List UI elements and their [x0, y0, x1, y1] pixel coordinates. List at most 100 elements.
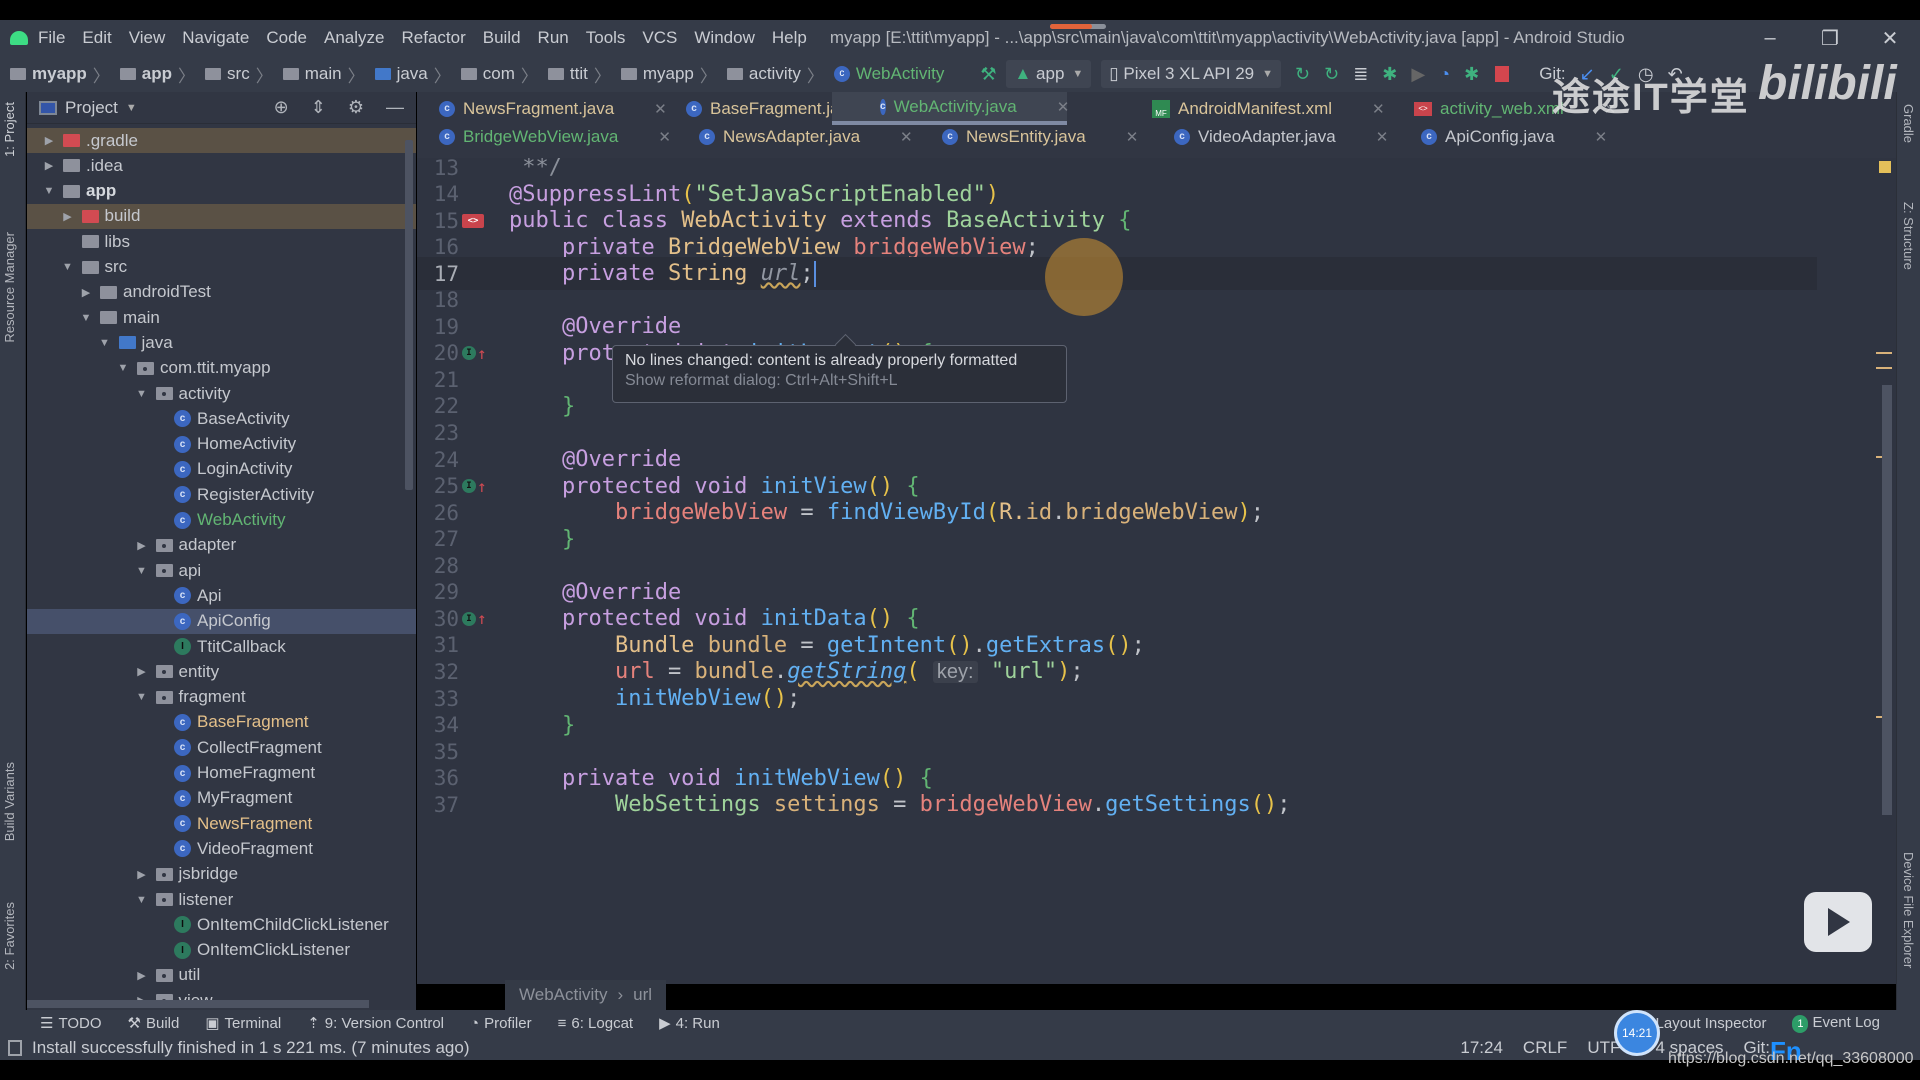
editor-tab[interactable]: c BridgeWebView.java ✕ [387, 120, 671, 153]
expanded-arrow-icon[interactable]: ▼ [60, 261, 76, 273]
line-number[interactable]: 14 [417, 182, 459, 206]
line-number[interactable]: 33 [417, 687, 459, 711]
stop-icon[interactable] [1495, 66, 1510, 82]
menu-tools[interactable]: Tools [586, 28, 626, 48]
attach-debugger-icon[interactable]: ✱ [1464, 64, 1479, 85]
apply-code-changes-icon[interactable]: ↻ [1324, 64, 1339, 85]
line-number[interactable]: 29 [417, 580, 459, 604]
tree-vertical-scrollbar[interactable] [405, 140, 413, 490]
editor-tab[interactable]: c NewsEntity.java ✕ [890, 120, 1138, 153]
tree-item[interactable]: c NewsFragment [27, 811, 416, 836]
tree-item[interactable]: c HomeActivity [27, 432, 416, 457]
expanded-arrow-icon[interactable]: ▼ [78, 312, 94, 324]
overrides-arrow-icon[interactable]: ↑ [477, 609, 487, 628]
breadcrumb-item[interactable]: java 〉 [365, 62, 451, 87]
line-number[interactable]: 13 [417, 158, 459, 180]
tree-item[interactable]: c MyFragment [27, 786, 416, 811]
tool-tab-layout-inspector[interactable]: Layout Inspector [1656, 1015, 1767, 1032]
collapsed-arrow-icon[interactable]: ▶ [134, 969, 150, 982]
project-view-select[interactable]: Project [65, 98, 118, 118]
menu-navigate[interactable]: Navigate [182, 28, 249, 48]
status-message[interactable]: Install successfully finished in 1 s 221… [32, 1038, 469, 1058]
menu-edit[interactable]: Edit [82, 28, 111, 48]
tree-item[interactable]: I OnItemClickListener [27, 938, 416, 963]
tree-item[interactable]: c RegisterActivity [27, 482, 416, 507]
tree-item[interactable]: I OnItemChildClickListener [27, 912, 416, 937]
menu-help[interactable]: Help [772, 28, 807, 48]
tool-tab-device-file-explorer[interactable]: Device File Explorer [1901, 852, 1916, 968]
implements-marker-icon[interactable]: I [462, 346, 476, 361]
overrides-arrow-icon[interactable]: ↑ [477, 344, 487, 363]
breadcrumb-item[interactable]: com 〉 [451, 62, 538, 87]
gear-icon[interactable]: ⚙ [348, 97, 364, 118]
tree-item[interactable]: ▼ activity [27, 381, 416, 406]
tree-item[interactable]: c WebActivity [27, 508, 416, 533]
line-number[interactable]: 24 [417, 448, 459, 472]
tree-item[interactable]: ▶ androidTest [27, 280, 416, 305]
tree-item[interactable]: ▼ src [27, 255, 416, 280]
editor-tab[interactable]: c ApiConfig.java ✕ [1369, 120, 1607, 153]
tool-tab-todo[interactable]: ☰ TODO [40, 1014, 102, 1033]
tree-item[interactable]: c ApiConfig [27, 608, 416, 634]
editor-vertical-scrollbar[interactable] [1882, 385, 1892, 815]
tree-item[interactable]: libs [27, 229, 416, 254]
tool-tab-favorites[interactable]: 2: Favorites [2, 902, 17, 970]
line-number[interactable]: 30 [417, 607, 459, 631]
expanded-arrow-icon[interactable]: ▼ [134, 894, 150, 906]
line-number[interactable]: 26 [417, 501, 459, 525]
breadcrumb-field[interactable]: url [633, 985, 652, 1005]
expanded-arrow-icon[interactable]: ▼ [115, 362, 131, 374]
maximize-button[interactable]: ❐ [1800, 26, 1860, 51]
collapse-all-icon[interactable]: ⇕ [311, 97, 326, 118]
line-number[interactable]: 25 [417, 474, 459, 498]
tree-item[interactable]: c Api [27, 583, 416, 608]
apply-changes-restart-icon[interactable]: ↻ [1295, 64, 1310, 85]
close-tab-icon[interactable]: ✕ [1057, 98, 1070, 116]
caret-position[interactable]: 17:24 [1460, 1038, 1503, 1058]
tree-horizontal-scrollbar[interactable] [27, 1000, 369, 1008]
breadcrumb-item[interactable]: main 〉 [273, 62, 365, 87]
menu-code[interactable]: Code [266, 28, 307, 48]
collapsed-arrow-icon[interactable]: ▶ [134, 665, 150, 678]
tree-item[interactable]: ▶ util [27, 963, 416, 988]
implements-marker-icon[interactable]: I [462, 611, 476, 626]
menu-analyze[interactable]: Analyze [324, 28, 384, 48]
error-stripe-marker[interactable] [1876, 367, 1892, 369]
menu-refactor[interactable]: Refactor [401, 28, 465, 48]
locate-file-icon[interactable]: ⊕ [274, 97, 289, 118]
breadcrumb-item[interactable]: myapp 〉 [0, 62, 110, 87]
expanded-arrow-icon[interactable]: ▼ [41, 185, 57, 197]
menu-file[interactable]: File [38, 28, 65, 48]
breadcrumb-item[interactable]: src 〉 [195, 62, 273, 87]
tree-item[interactable]: ▶ .idea [27, 153, 416, 178]
collapsed-arrow-icon[interactable]: ▶ [78, 286, 94, 299]
apply-changes-icon[interactable]: ≣ [1353, 64, 1368, 85]
toggle-tool-windows-icon[interactable] [8, 1040, 22, 1056]
menu-build[interactable]: Build [483, 28, 521, 48]
tree-item[interactable]: c VideoFragment [27, 836, 416, 861]
device-select[interactable]: ▯ Pixel 3 XL API 29 ▼ [1101, 60, 1282, 88]
collapsed-arrow-icon[interactable]: ▶ [134, 539, 150, 552]
tree-item[interactable]: ▶ jsbridge [27, 862, 416, 887]
collapsed-arrow-icon[interactable]: ▶ [60, 210, 76, 223]
line-number[interactable]: 27 [417, 527, 459, 551]
debug-icon[interactable]: ✱ [1382, 64, 1397, 85]
tree-item[interactable]: ▶ entity [27, 659, 416, 684]
editor-tab[interactable]: c NewsAdapter.java ✕ [647, 120, 913, 153]
editor-tab[interactable]: c VideoAdapter.java ✕ [1122, 120, 1388, 153]
tree-item[interactable]: ▼ java [27, 330, 416, 355]
inspection-warning-icon[interactable] [1879, 161, 1891, 173]
tool-tab-resource-manager[interactable]: Resource Manager [2, 232, 17, 343]
tree-item[interactable]: ▼ listener [27, 887, 416, 912]
tree-item[interactable]: ▼ app [27, 179, 416, 204]
menu-run[interactable]: Run [538, 28, 569, 48]
menu-window[interactable]: Window [694, 28, 754, 48]
line-separator[interactable]: CRLF [1523, 1038, 1567, 1058]
code-line[interactable]: 37 WebSettings settings = bridgeWebView.… [417, 788, 1817, 821]
chevron-down-icon[interactable]: ▼ [126, 102, 137, 114]
tree-item[interactable]: ▼ api [27, 558, 416, 583]
collapsed-arrow-icon[interactable]: ▶ [41, 159, 57, 172]
breadcrumb-item[interactable]: app 〉 [110, 62, 195, 87]
close-tab-icon[interactable]: ✕ [1595, 128, 1608, 146]
overrides-arrow-icon[interactable]: ↑ [477, 477, 487, 496]
